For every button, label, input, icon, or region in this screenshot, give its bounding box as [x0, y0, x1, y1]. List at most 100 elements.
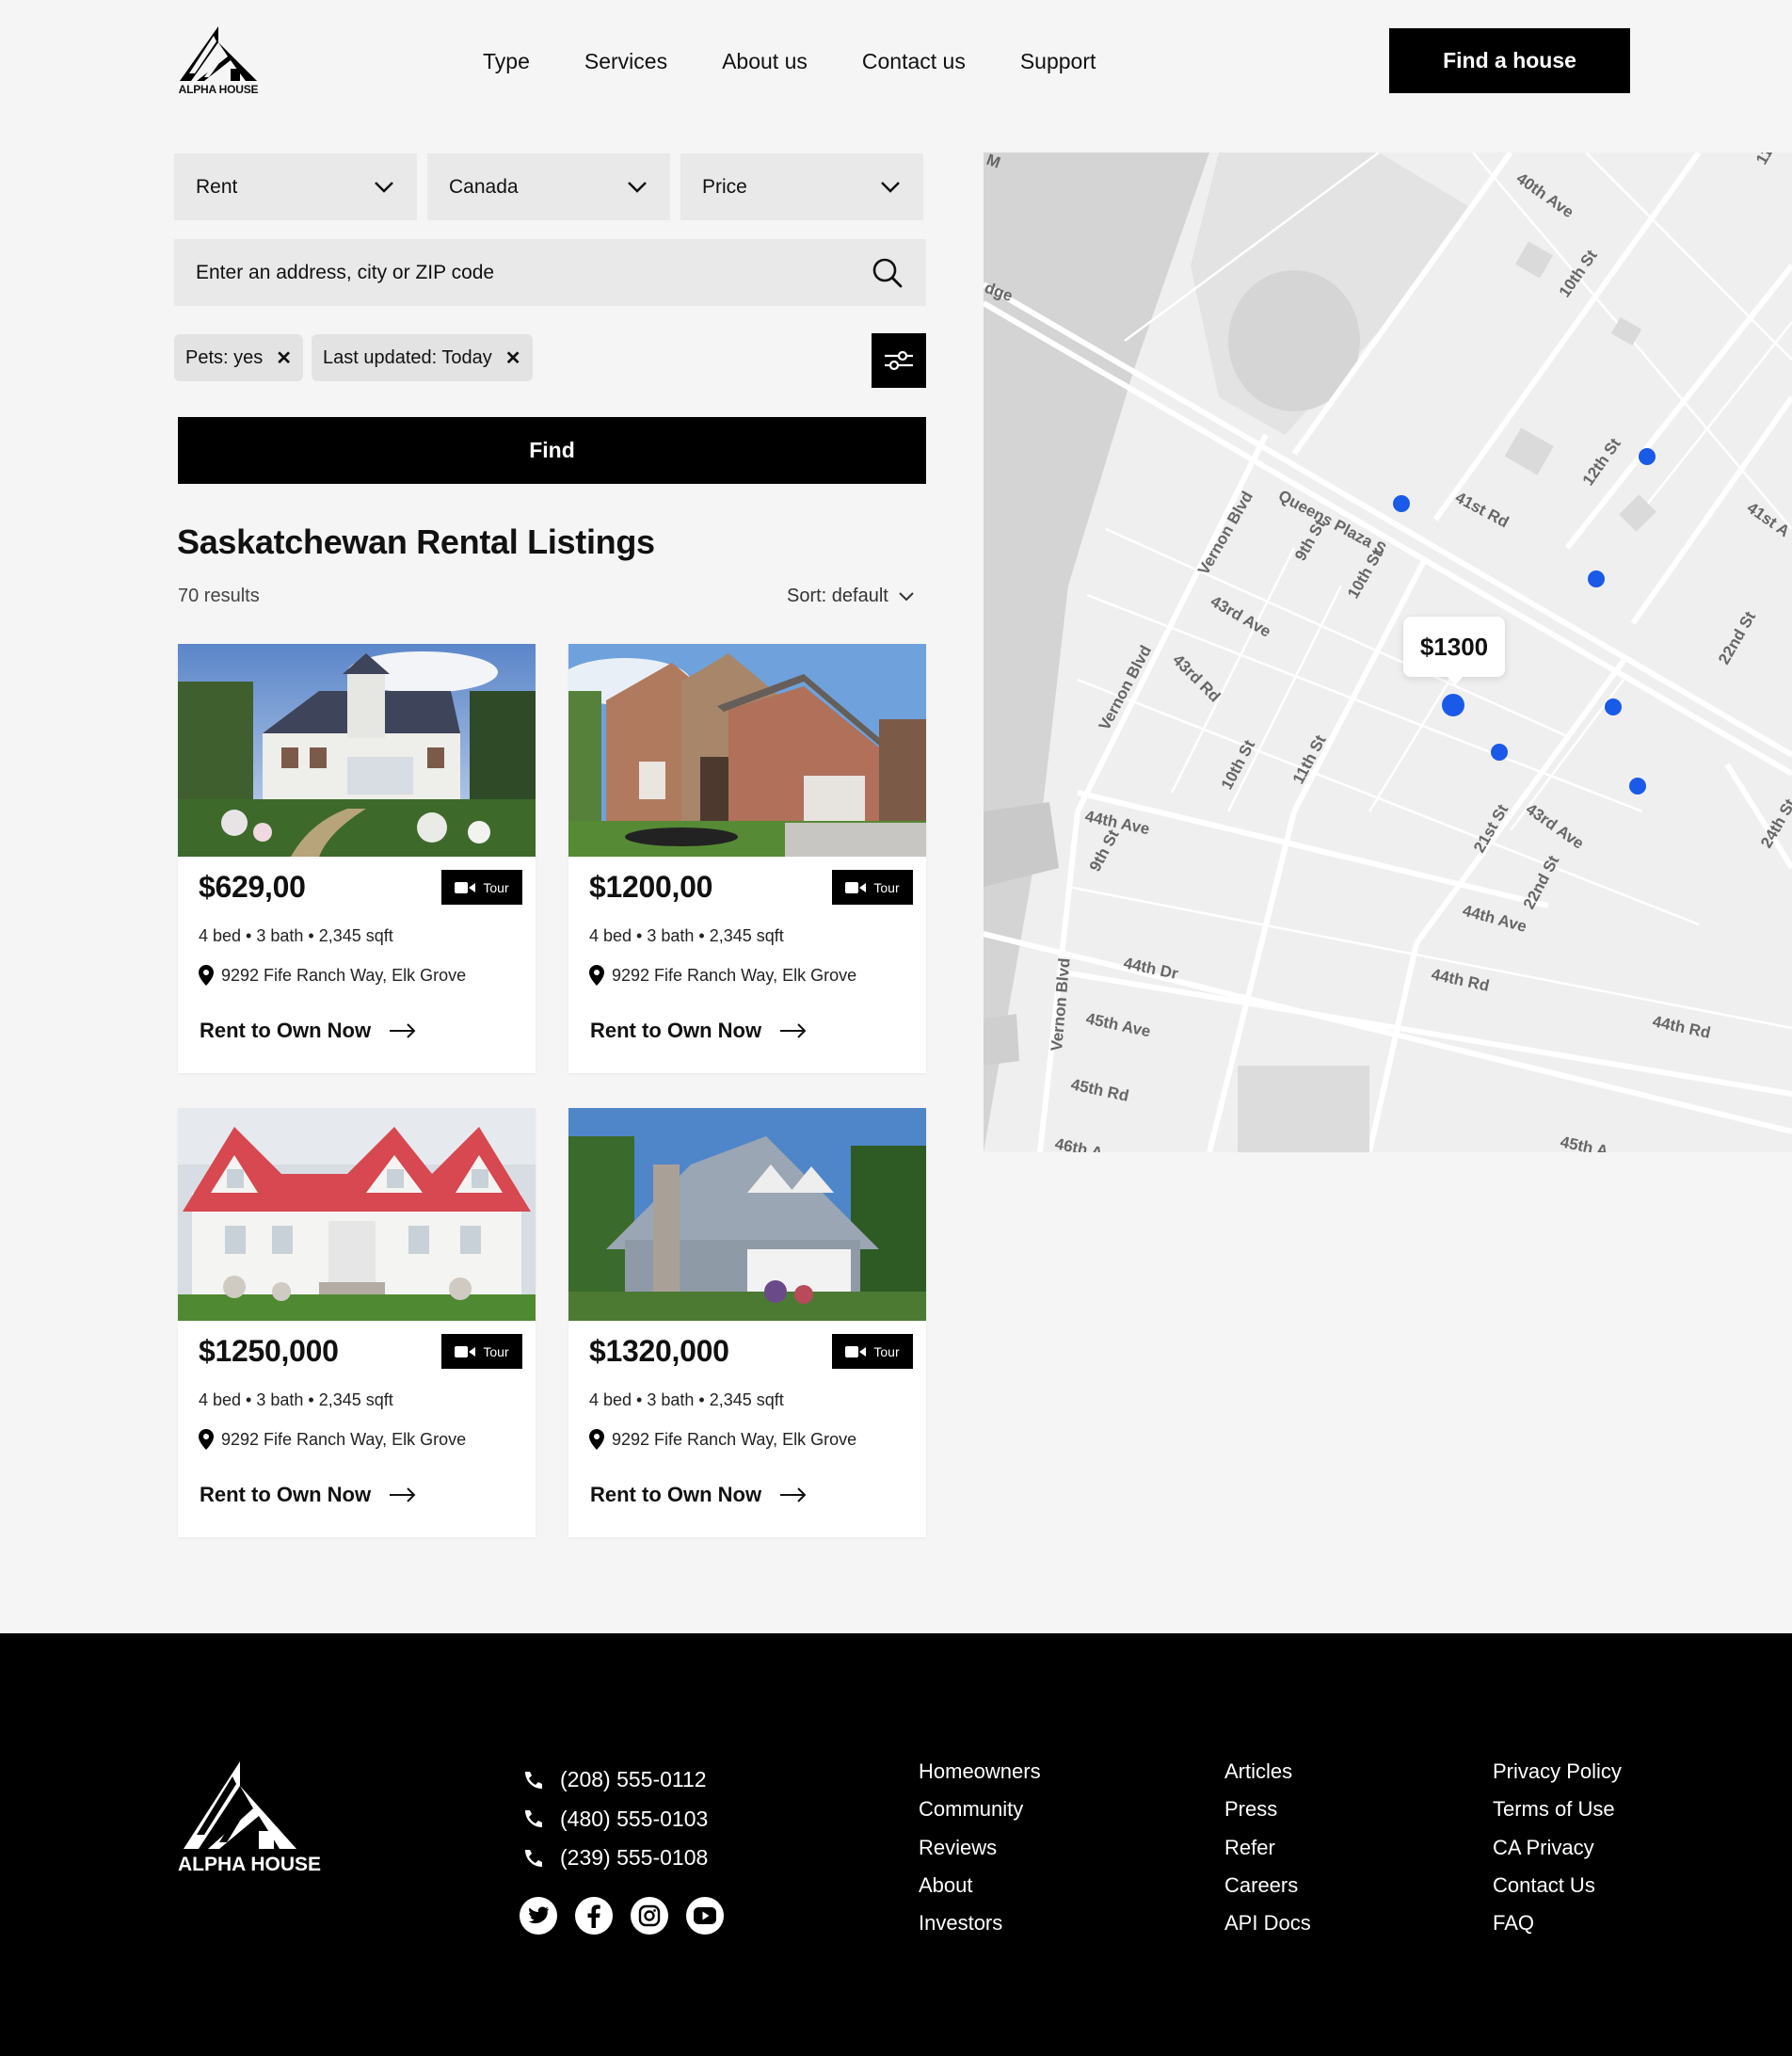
type-select[interactable]: Rent	[174, 153, 417, 220]
tour-button[interactable]: Tour	[832, 870, 913, 905]
nav-type[interactable]: Type	[483, 49, 530, 74]
footer: ALPHA HOUSE (208) 555-0112 (480) 555-010…	[0, 1633, 1792, 2056]
facebook-icon[interactable]	[575, 1897, 613, 1935]
phone-icon	[525, 1849, 542, 1867]
sort-dropdown[interactable]: Sort: default	[787, 586, 915, 607]
brand-logo[interactable]: ALPHA HOUSE	[178, 24, 259, 96]
cta-label: Rent to Own Now	[590, 1483, 762, 1506]
house-photo	[178, 644, 536, 857]
location-pin-icon	[199, 1429, 214, 1450]
results-count: 70 results	[178, 586, 260, 606]
listing-address: 9292 Fife Ranch Way, Elk Grove	[199, 965, 466, 986]
listing-price: $1320,000	[589, 1334, 729, 1368]
map-pin[interactable]	[1491, 744, 1508, 761]
phone-link[interactable]: (239) 555-0108	[522, 1839, 708, 1878]
tour-label: Tour	[483, 1343, 509, 1359]
tour-label: Tour	[873, 1343, 900, 1359]
listing-card[interactable]: $629,00 Tour 4 bed • 3 bath • 2,345 sqft…	[178, 644, 536, 1073]
footer-link[interactable]: API Docs	[1224, 1911, 1311, 1949]
phone-number: (480) 555-0103	[560, 1806, 709, 1831]
footer-brand-name: ALPHA HOUSE	[178, 1854, 322, 1875]
listing-card[interactable]: $1320,000 Tour 4 bed • 3 bath • 2,345 sq…	[568, 1108, 926, 1537]
phone-link[interactable]: (480) 555-0103	[522, 1800, 708, 1839]
tour-button[interactable]: Tour	[441, 1334, 522, 1369]
rent-to-own-link[interactable]: Rent to Own Now	[200, 1483, 416, 1507]
nav-about[interactable]: About us	[722, 49, 808, 74]
listing-card[interactable]: $1250,000 Tour 4 bed • 3 bath • 2,345 sq…	[178, 1108, 536, 1537]
footer-logo[interactable]	[178, 1759, 302, 1858]
country-select[interactable]: Canada	[427, 153, 670, 220]
house-photo	[178, 1108, 536, 1321]
arrow-right-icon	[780, 1023, 807, 1038]
sort-label: Sort: default	[787, 586, 888, 606]
filter-chip-pets: Pets: yes ✕	[174, 334, 304, 381]
tour-button[interactable]: Tour	[441, 870, 522, 905]
chip-label: Pets: yes	[185, 346, 264, 368]
house-photo	[568, 1108, 926, 1321]
find-a-house-button[interactable]: Find a house	[1389, 28, 1630, 93]
price-select[interactable]: Price	[680, 153, 923, 220]
cta-label: Rent to Own Now	[200, 1019, 372, 1042]
nav-support[interactable]: Support	[1020, 49, 1096, 74]
footer-link[interactable]: Community	[919, 1797, 1041, 1835]
filter-chip-updated: Last updated: Today ✕	[312, 334, 533, 381]
rent-to-own-link[interactable]: Rent to Own Now	[200, 1019, 416, 1043]
footer-link[interactable]: Homeowners	[919, 1759, 1041, 1797]
address-text: 9292 Fife Ranch Way, Elk Grove	[221, 1429, 467, 1449]
chevron-down-icon	[628, 181, 647, 193]
type-select-value: Rent	[196, 175, 238, 198]
close-icon[interactable]: ✕	[276, 346, 292, 370]
nav-contact[interactable]: Contact us	[862, 49, 966, 74]
house-photo	[568, 644, 926, 857]
find-button[interactable]: Find	[178, 417, 926, 484]
map-view[interactable]: 40th Ave 10th St 12th St 41st Rd 41st A …	[984, 153, 1792, 1152]
listing-address: 9292 Fife Ranch Way, Elk Grove	[589, 965, 856, 986]
location-pin-icon	[589, 1429, 604, 1450]
map-pin[interactable]	[1393, 495, 1410, 512]
sliders-icon	[885, 350, 913, 371]
tour-label: Tour	[873, 879, 900, 895]
search-icon[interactable]	[872, 258, 903, 288]
map-pin[interactable]	[1639, 448, 1656, 465]
listing-specs: 4 bed • 3 bath • 2,345 sqft	[199, 1390, 393, 1409]
footer-link[interactable]: Terms of Use	[1493, 1797, 1622, 1835]
brand-name: ALPHA HOUSE	[178, 83, 259, 96]
tour-button[interactable]: Tour	[832, 1334, 913, 1369]
map-pin[interactable]	[1588, 570, 1605, 587]
cta-label: Rent to Own Now	[590, 1019, 762, 1042]
close-icon[interactable]: ✕	[505, 346, 521, 370]
phone-number: (239) 555-0108	[560, 1845, 709, 1871]
youtube-icon[interactable]	[686, 1897, 724, 1935]
listing-card[interactable]: $1200,00 Tour 4 bed • 3 bath • 2,345 sqf…	[568, 644, 926, 1073]
rent-to-own-link[interactable]: Rent to Own Now	[590, 1019, 807, 1043]
cta-label: Rent to Own Now	[200, 1483, 372, 1506]
map-pin[interactable]	[1605, 699, 1622, 715]
instagram-icon[interactable]	[631, 1897, 668, 1935]
nav-services[interactable]: Services	[584, 49, 667, 74]
footer-link[interactable]: Press	[1224, 1797, 1311, 1835]
chevron-down-icon	[881, 181, 900, 193]
rent-to-own-link[interactable]: Rent to Own Now	[590, 1483, 807, 1507]
footer-link[interactable]: Contact Us	[1493, 1873, 1622, 1911]
search-bar	[174, 239, 926, 306]
footer-link[interactable]: CA Privacy	[1493, 1836, 1622, 1873]
footer-link[interactable]: Articles	[1224, 1759, 1311, 1797]
footer-link[interactable]: Refer	[1224, 1836, 1311, 1873]
footer-link[interactable]: Privacy Policy	[1493, 1759, 1622, 1797]
footer-link[interactable]: FAQ	[1493, 1911, 1622, 1949]
search-input[interactable]	[196, 261, 760, 284]
listing-specs: 4 bed • 3 bath • 2,345 sqft	[589, 1390, 784, 1409]
phone-link[interactable]: (208) 555-0112	[522, 1760, 708, 1800]
phone-icon	[525, 1771, 542, 1789]
map-pin[interactable]	[1629, 778, 1646, 795]
map-price-label[interactable]: $1300	[1403, 617, 1505, 685]
twitter-icon[interactable]	[520, 1897, 557, 1935]
map-pin-selected[interactable]	[1442, 694, 1464, 716]
price-select-value: Price	[702, 175, 747, 198]
footer-link[interactable]: Careers	[1224, 1873, 1311, 1911]
footer-link[interactable]: Investors	[919, 1911, 1041, 1949]
arrow-right-icon	[390, 1487, 416, 1502]
footer-link[interactable]: About	[919, 1873, 1041, 1911]
footer-link[interactable]: Reviews	[919, 1836, 1041, 1873]
advanced-filters-button[interactable]	[872, 333, 926, 388]
